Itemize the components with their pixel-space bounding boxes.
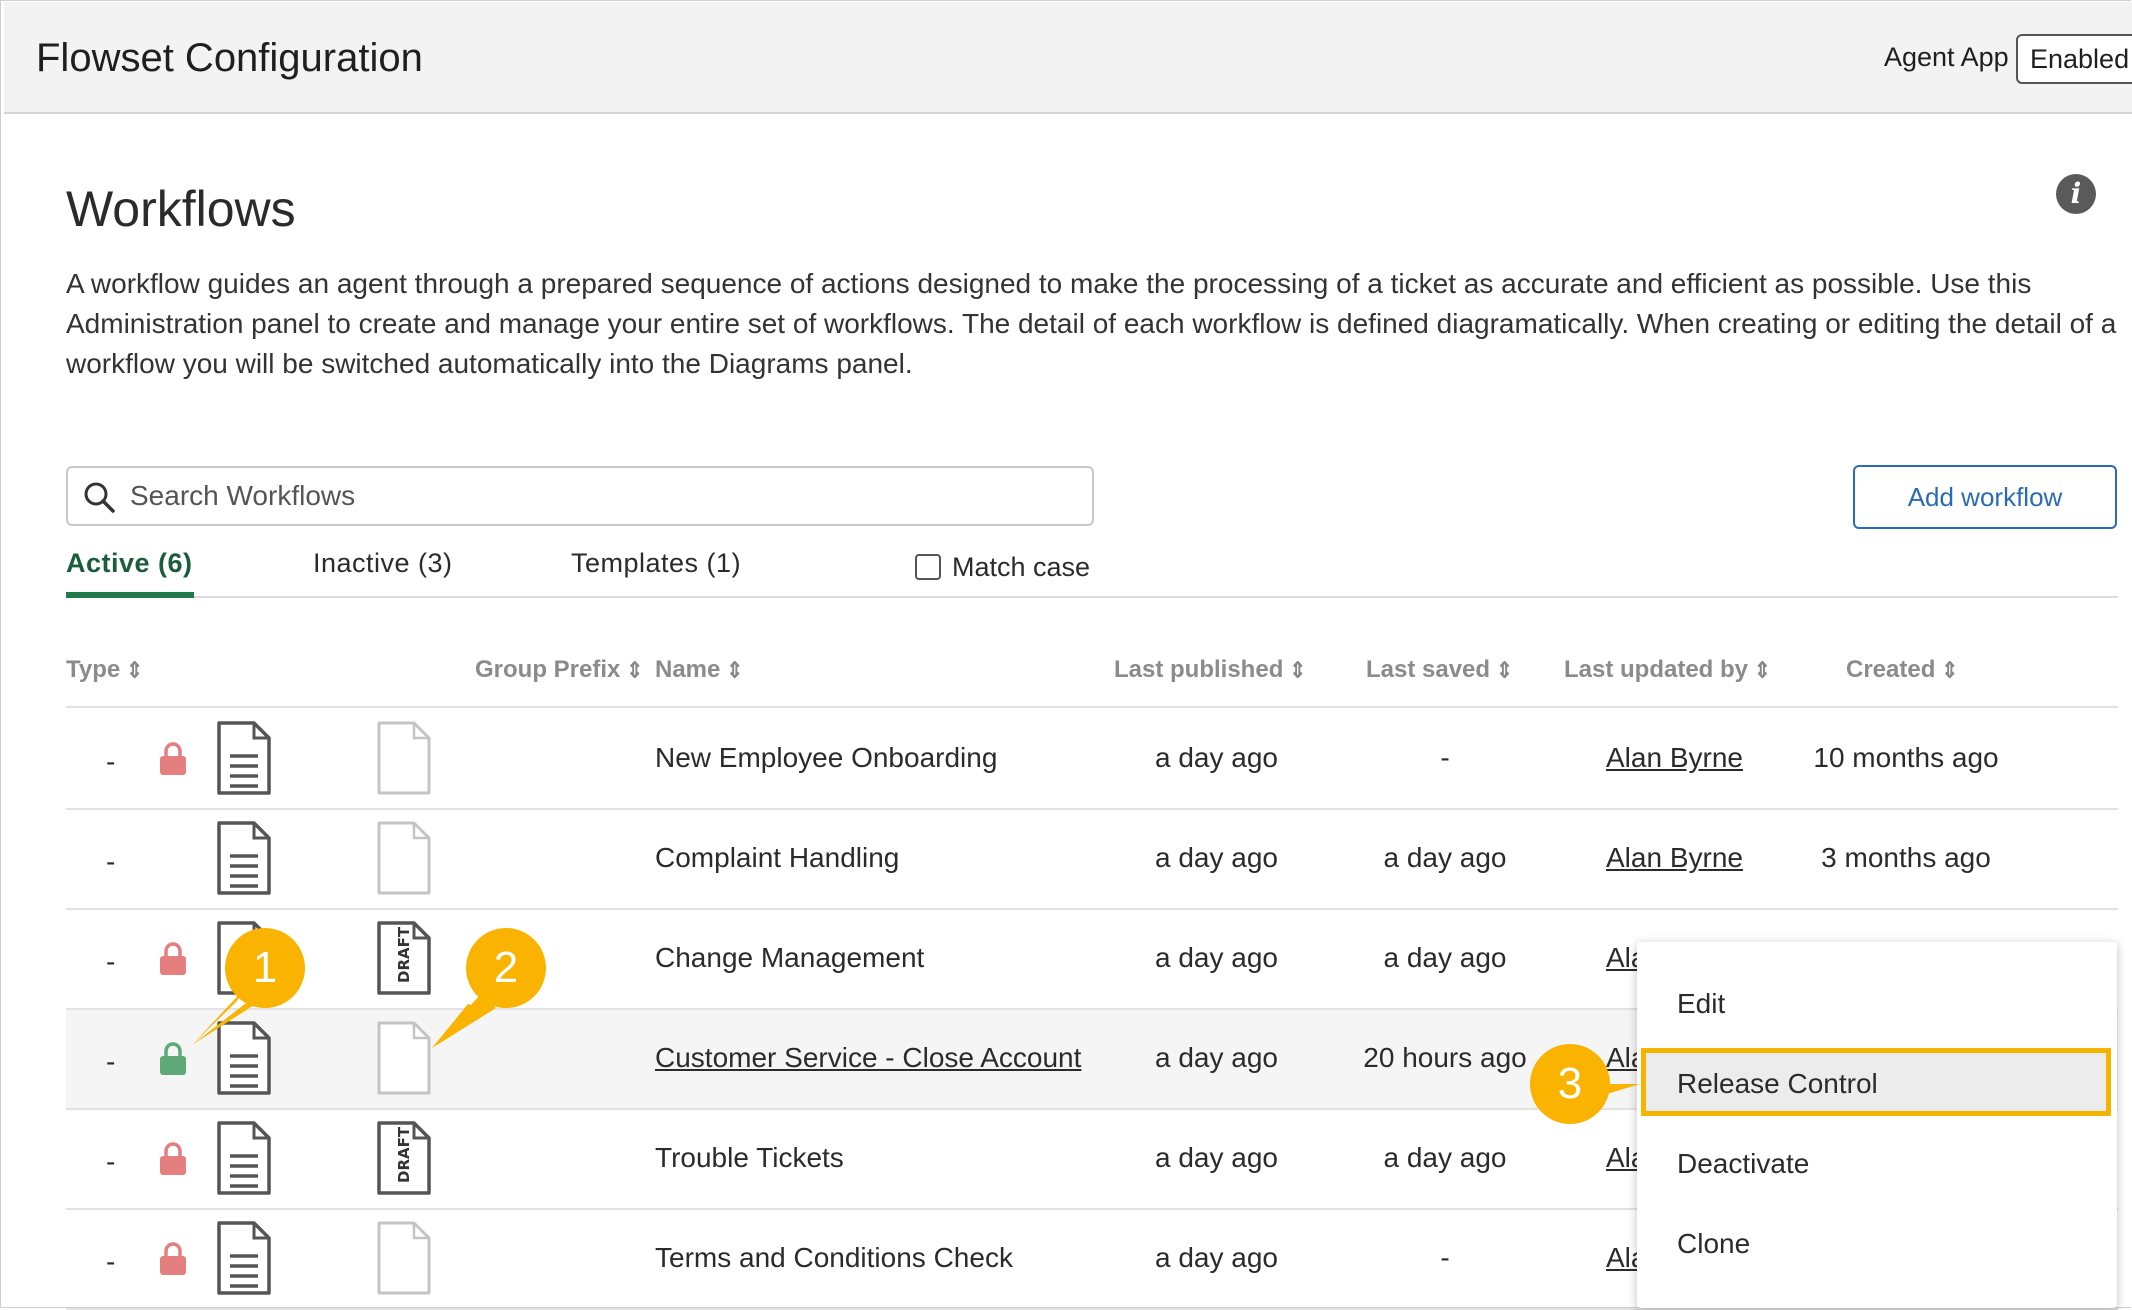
workflow-document-icon[interactable]	[216, 1120, 272, 1196]
last-saved: -	[1440, 742, 1450, 773]
active-tab-indicator	[66, 592, 194, 598]
last-updated-by-link[interactable]: Alan Byrne	[1606, 842, 1743, 874]
lock-icon	[158, 1242, 188, 1276]
top-bar: Flowset Configuration Agent App Enabled	[4, 2, 2132, 114]
match-case-label: Match case	[952, 552, 1091, 582]
sort-icon: ⇕	[1289, 658, 1307, 684]
workflow-name[interactable]: Trouble Tickets	[655, 1142, 844, 1174]
workflow-document-icon[interactable]	[216, 720, 272, 796]
last-published: a day ago	[1155, 1142, 1278, 1173]
column-header-created-label: Created	[1846, 656, 1936, 683]
callout-1: 1	[225, 928, 305, 1008]
column-header-type[interactable]: Type ⇕	[66, 656, 143, 684]
last-saved: a day ago	[1383, 1142, 1507, 1173]
workflow-name[interactable]: Change Management	[655, 942, 924, 974]
menu-item-release-control[interactable]: Release Control	[1677, 1068, 1878, 1100]
lock-icon	[158, 1142, 188, 1176]
sort-icon: ⇕	[126, 658, 143, 684]
header-divider	[66, 706, 2118, 708]
agent-app-toggle[interactable]: Enabled	[2016, 34, 2132, 84]
table-row[interactable]: - Complaint Handling a day ago a day ago Ala…	[66, 810, 2118, 908]
app-title: Flowset Configuration	[36, 36, 423, 80]
sort-icon: ⇕	[1754, 658, 1771, 684]
workflow-name[interactable]: Complaint Handling	[655, 842, 899, 874]
sort-icon: ⇕	[626, 658, 644, 684]
expand-toggle[interactable]: -	[106, 946, 115, 978]
column-header-name-label: Name	[655, 656, 721, 683]
expand-toggle[interactable]: -	[106, 846, 115, 878]
workflow-name[interactable]: Customer Service - Close Account	[655, 1042, 1081, 1074]
menu-item-clone[interactable]: Clone	[1677, 1228, 1750, 1260]
draft-document-icon[interactable]: DRAFT	[376, 920, 432, 996]
tabs-divider	[66, 596, 2118, 598]
last-saved: a day ago	[1383, 942, 1507, 973]
column-header-last-published[interactable]: Last published ⇕	[1114, 656, 1306, 684]
add-workflow-button[interactable]: Add workflow	[1853, 465, 2117, 529]
agent-app-label: Agent App	[1884, 42, 2009, 72]
last-published: a day ago	[1155, 842, 1278, 873]
tab-inactive[interactable]: Inactive (3)	[313, 548, 453, 579]
column-header-created[interactable]: Created ⇕	[1846, 656, 1958, 684]
column-header-last-published-label: Last published	[1114, 656, 1284, 683]
lock-icon	[158, 1042, 188, 1076]
column-header-group-prefix-label: Group Prefix	[475, 656, 621, 683]
expand-toggle[interactable]: -	[106, 746, 115, 778]
lock-icon	[158, 942, 188, 976]
column-header-last-saved[interactable]: Last saved ⇕	[1366, 656, 1513, 684]
draft-document-icon[interactable]: DRAFT	[376, 1120, 432, 1196]
workflow-document-icon[interactable]	[216, 1220, 272, 1296]
blank-document-icon[interactable]	[376, 1220, 432, 1296]
page-description: A workflow guides an agent through a pre…	[66, 268, 2117, 379]
draft-stamp: DRAFT	[395, 1126, 413, 1183]
tab-active[interactable]: Active (6)	[66, 548, 193, 579]
column-header-last-updated-by-label: Last updated by	[1564, 656, 1749, 683]
blank-document-icon[interactable]	[376, 820, 432, 896]
callout-2: 2	[466, 928, 546, 1008]
workflow-document-icon[interactable]	[216, 1020, 272, 1096]
last-published: a day ago	[1155, 1042, 1278, 1073]
blank-document-icon[interactable]	[376, 720, 432, 796]
last-updated-by-link[interactable]: Alan Byrne	[1606, 742, 1743, 774]
last-saved: 20 hours ago	[1363, 1042, 1527, 1073]
sort-icon: ⇕	[1496, 658, 1513, 684]
search-input[interactable]	[128, 476, 1072, 516]
created: 10 months ago	[1813, 742, 1999, 773]
sort-icon: ⇕	[726, 658, 744, 684]
created: 3 months ago	[1821, 842, 1991, 873]
menu-item-deactivate[interactable]: Deactivate	[1677, 1148, 1809, 1180]
last-published: a day ago	[1155, 742, 1278, 773]
info-icon[interactable]: i	[2056, 174, 2096, 214]
expand-toggle[interactable]: -	[106, 1046, 115, 1078]
column-header-last-saved-label: Last saved	[1366, 656, 1491, 683]
table-row[interactable]: - New Employee Onboarding a day ago - Alan B…	[66, 710, 2118, 808]
sort-icon: ⇕	[1941, 658, 1959, 684]
expand-toggle[interactable]: -	[106, 1246, 115, 1278]
lock-icon	[158, 742, 188, 776]
context-menu: Edit Release Control Deactivate Clone	[1637, 942, 2117, 1308]
draft-stamp: DRAFT	[395, 926, 413, 983]
match-case-checkbox[interactable]	[915, 554, 941, 580]
last-published: a day ago	[1155, 1242, 1278, 1273]
workflow-document-icon[interactable]	[216, 820, 272, 896]
search-box[interactable]	[66, 466, 1094, 526]
blank-document-icon[interactable]	[376, 1020, 432, 1096]
column-header-last-updated-by[interactable]: Last updated by ⇕	[1564, 656, 1771, 684]
column-header-group-prefix[interactable]: Group Prefix ⇕	[475, 656, 643, 684]
page-title: Workflows	[66, 181, 296, 237]
column-header-type-label: Type	[66, 656, 121, 683]
tab-templates[interactable]: Templates (1)	[571, 548, 741, 579]
last-published: a day ago	[1155, 942, 1278, 973]
search-icon	[84, 482, 115, 513]
menu-item-edit[interactable]: Edit	[1677, 988, 1725, 1020]
workflow-name[interactable]: New Employee Onboarding	[655, 742, 997, 774]
callout-3: 3	[1530, 1044, 1610, 1124]
column-header-name[interactable]: Name ⇕	[655, 656, 743, 684]
workflow-name[interactable]: Terms and Conditions Check	[655, 1242, 1013, 1274]
last-saved: -	[1440, 1242, 1450, 1273]
expand-toggle[interactable]: -	[106, 1146, 115, 1178]
last-saved: a day ago	[1383, 842, 1507, 873]
